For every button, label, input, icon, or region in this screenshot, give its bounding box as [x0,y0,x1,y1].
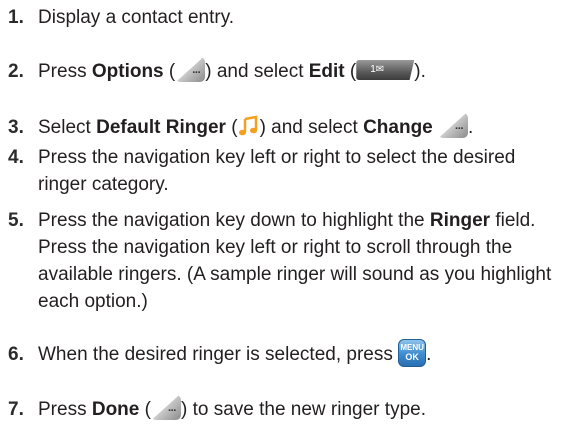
text-segment: ) and select [205,61,309,82]
text-segment: ( [344,61,357,82]
step-4: 4. Press the navigation key left or righ… [8,144,560,198]
step-number: 3. [8,117,24,138]
text-segment: ) and select [259,117,364,138]
step-number: 4. [8,147,24,168]
step-text: Select Default Ringer ( ) and select Chan… [38,113,560,141]
text-segment: ( [225,117,238,138]
text-segment: Press the navigation key down to highlig… [38,210,430,231]
right-softkey-icon: ··· [438,113,469,139]
step-6: 6. When the desired ringer is selected, … [8,339,560,369]
text-segment: ) to save the new ringer type. [180,399,426,420]
menu-key-label: MENU [400,343,424,352]
key-1-label: 1✉ [370,63,385,75]
step-1: 1. Display a contact entry. [8,4,560,31]
step-text: Display a contact entry. [38,7,235,28]
text-segment: . [468,117,474,138]
step-text: Press the navigation key down to highlig… [38,207,560,315]
step-7: 7. Press Done (···) to save the new ring… [8,395,560,423]
text-segment: Select [38,117,97,138]
step-text: Press Done (···) to save the new ringer … [38,395,560,423]
step-number: 2. [8,61,24,82]
step-text: Press Options (···) and select Edit (1✉)… [38,57,560,85]
edit-label: Edit [308,61,345,82]
default-ringer-label: Default Ringer [96,117,226,138]
text-segment: Press [38,61,92,82]
step-text: When the desired ringer is selected, pre… [38,339,560,369]
right-softkey-icon: ··· [175,57,206,83]
text-segment: ( [139,399,151,420]
ok-key-label: OK [405,352,419,362]
key-1-icon: 1✉ [356,59,415,80]
step-number: 1. [8,7,24,28]
step-2: 2. Press Options (···) and select Edit (… [8,57,560,85]
step-3: 3. Select Default Ringer ( ) and select C… [8,113,560,141]
menu-ok-key-icon: MENU OK [398,339,427,367]
text-segment: ). [414,61,426,82]
step-number: 6. [8,344,24,365]
step-number: 7. [8,399,24,420]
text-segment: ( [163,61,176,82]
options-label: Options [91,61,164,82]
step-5: 5. Press the navigation key down to high… [8,207,560,315]
text-segment: Press [38,399,92,420]
done-label: Done [91,399,140,420]
ringer-label: Ringer [429,210,491,231]
left-softkey-icon: ··· [150,395,181,421]
ringer-music-note-icon [238,115,260,137]
text-segment: . [426,344,432,366]
step-number: 5. [8,210,24,231]
step-text: Press the navigation key left or right t… [38,147,516,195]
text-segment: When the desired ringer is selected, pre… [38,344,399,366]
change-label: Change [363,117,433,138]
